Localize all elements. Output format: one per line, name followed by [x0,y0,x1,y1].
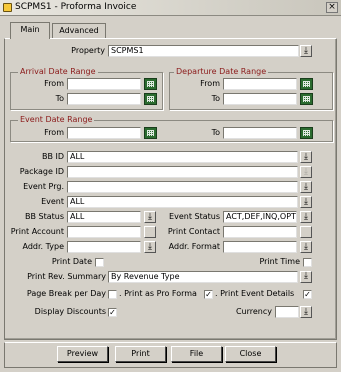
event-from-input[interactable] [67,127,141,139]
print-button[interactable]: Print [115,346,166,362]
property-dropdown-button[interactable] [300,45,312,57]
departure-to-calendar-icon[interactable] [300,93,313,105]
package-id-dropdown-button[interactable] [300,166,312,178]
close-window-button[interactable]: × [326,2,338,13]
departure-from-calendar-icon[interactable] [300,78,313,90]
event-to-label: To [211,128,220,137]
currency-field[interactable] [275,306,299,318]
addr-format-dropdown-button[interactable] [300,241,312,253]
tab-main[interactable]: Main [10,22,50,39]
event-prg-field[interactable] [67,181,298,193]
event-status-field[interactable]: ACT,DEF,INQ,OPT [223,211,297,223]
property-field[interactable]: SCPMS1 [108,45,299,57]
print-pro-forma-checkbox[interactable] [204,290,213,299]
addr-format-label: Addr. Format [168,242,220,251]
bb-status-label: BB Status [24,212,64,221]
tab-advanced[interactable]: Advanced [52,23,106,39]
event-prg-dropdown-button[interactable] [300,181,312,193]
print-account-lookup-button[interactable] [144,226,156,238]
print-contact-label: Print Contact [167,227,220,236]
bb-id-field[interactable]: ALL [67,151,298,163]
print-pro-forma-label: . Print as Pro Forma [119,289,197,298]
print-rev-summary-label: Print Rev. Summary [27,272,106,281]
display-discounts-checkbox[interactable] [108,308,117,317]
bb-id-dropdown-button[interactable] [300,151,312,163]
property-label: Property [71,46,105,55]
event-status-dropdown-button[interactable] [300,211,312,223]
currency-dropdown-button[interactable] [300,306,312,318]
print-contact-field[interactable] [223,226,297,238]
package-id-field[interactable] [67,166,298,178]
departure-from-label: From [200,79,220,88]
bb-id-label: BB ID [41,152,64,161]
print-account-label: Print Account [10,227,64,236]
print-time-checkbox[interactable] [303,258,312,267]
title-bar: SCPMS1 - Proforma Invoice × [0,0,341,16]
print-rev-summary-dropdown-button[interactable] [300,271,312,283]
departure-to-input[interactable] [223,93,297,105]
event-field[interactable]: ALL [67,196,298,208]
arrival-to-label: To [55,94,64,103]
event-status-label: Event Status [169,212,220,221]
departure-group-title: Departure Date Range [174,67,269,77]
currency-label: Currency [235,307,272,316]
bb-status-dropdown-button[interactable] [144,211,156,223]
package-id-label: Package ID [19,167,64,176]
print-contact-lookup-button[interactable] [300,226,312,238]
arrival-to-calendar-icon[interactable] [144,93,157,105]
window-title: SCPMS1 - Proforma Invoice [15,2,137,12]
print-event-details-checkbox[interactable] [303,290,312,299]
addr-format-field[interactable] [223,241,297,253]
arrival-from-input[interactable] [67,78,141,90]
addr-type-field[interactable] [67,241,141,253]
event-from-calendar-icon[interactable] [144,127,157,139]
print-date-checkbox[interactable] [95,258,104,267]
event-group-title: Event Date Range [18,115,95,125]
page-break-label: Page Break per Day [26,289,106,298]
close-button[interactable]: Close [225,346,276,362]
addr-type-label: Addr. Type [22,242,64,251]
file-button[interactable]: File [171,346,222,362]
event-to-calendar-icon[interactable] [300,127,313,139]
page-break-checkbox[interactable] [108,290,117,299]
print-event-details-label: . Print Event Details [215,289,295,298]
print-account-field[interactable] [67,226,141,238]
preview-button[interactable]: Preview [57,346,108,362]
departure-from-input[interactable] [223,78,297,90]
event-prg-label: Event Prg. [23,182,64,191]
print-rev-summary-select[interactable]: By Revenue Type [108,271,298,283]
event-to-input[interactable] [223,127,297,139]
addr-type-dropdown-button[interactable] [144,241,156,253]
arrival-from-label: From [44,79,64,88]
print-time-label: Print Time [259,257,300,266]
print-date-label: Print Date [51,257,92,266]
event-label: Event [41,197,64,206]
display-discounts-label: Display Discounts [34,307,106,316]
departure-to-label: To [211,94,220,103]
event-dropdown-button[interactable] [300,196,312,208]
bb-status-field[interactable]: ALL [67,211,141,223]
app-icon [3,3,12,12]
arrival-group-title: Arrival Date Range [18,67,98,77]
arrival-to-input[interactable] [67,93,141,105]
event-from-label: From [44,128,64,137]
arrival-from-calendar-icon[interactable] [144,78,157,90]
